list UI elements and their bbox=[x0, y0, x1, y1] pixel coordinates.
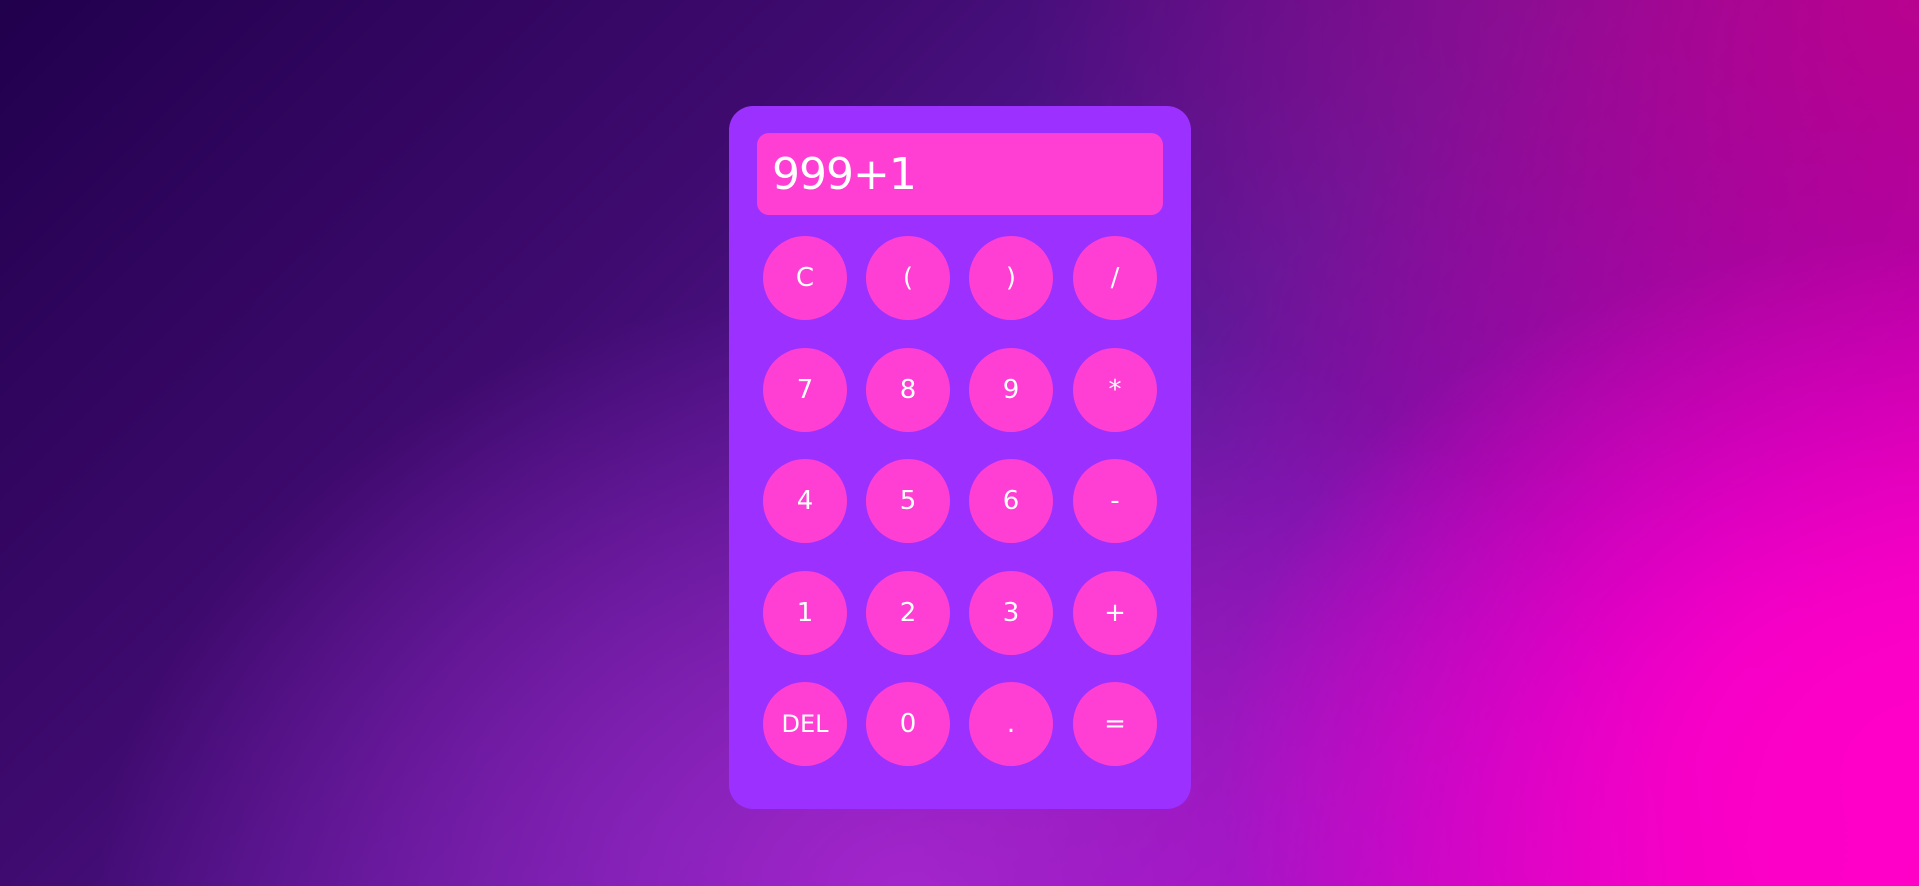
digit-9-button[interactable]: 9 bbox=[969, 348, 1053, 432]
delete-button[interactable]: DEL bbox=[763, 682, 847, 766]
display-value: 999+1 bbox=[772, 148, 917, 200]
digit-8-button[interactable]: 8 bbox=[866, 348, 950, 432]
calculator: 999+1 C ( ) / 7 8 9 * 4 5 6 - 1 2 3 + DE… bbox=[729, 106, 1191, 809]
subtract-button[interactable]: - bbox=[1073, 459, 1157, 543]
digit-5-button[interactable]: 5 bbox=[866, 459, 950, 543]
digit-2-button[interactable]: 2 bbox=[866, 571, 950, 655]
digit-7-button[interactable]: 7 bbox=[763, 348, 847, 432]
multiply-button[interactable]: * bbox=[1073, 348, 1157, 432]
open-paren-button[interactable]: ( bbox=[866, 236, 950, 320]
close-paren-button[interactable]: ) bbox=[969, 236, 1053, 320]
digit-1-button[interactable]: 1 bbox=[763, 571, 847, 655]
decimal-button[interactable]: . bbox=[969, 682, 1053, 766]
keypad: C ( ) / 7 8 9 * 4 5 6 - 1 2 3 + DEL 0 . … bbox=[763, 236, 1159, 781]
digit-0-button[interactable]: 0 bbox=[866, 682, 950, 766]
digit-3-button[interactable]: 3 bbox=[969, 571, 1053, 655]
clear-button[interactable]: C bbox=[763, 236, 847, 320]
digit-6-button[interactable]: 6 bbox=[969, 459, 1053, 543]
equals-button[interactable]: = bbox=[1073, 682, 1157, 766]
calculator-display: 999+1 bbox=[757, 133, 1163, 215]
add-button[interactable]: + bbox=[1073, 571, 1157, 655]
divide-button[interactable]: / bbox=[1073, 236, 1157, 320]
digit-4-button[interactable]: 4 bbox=[763, 459, 847, 543]
